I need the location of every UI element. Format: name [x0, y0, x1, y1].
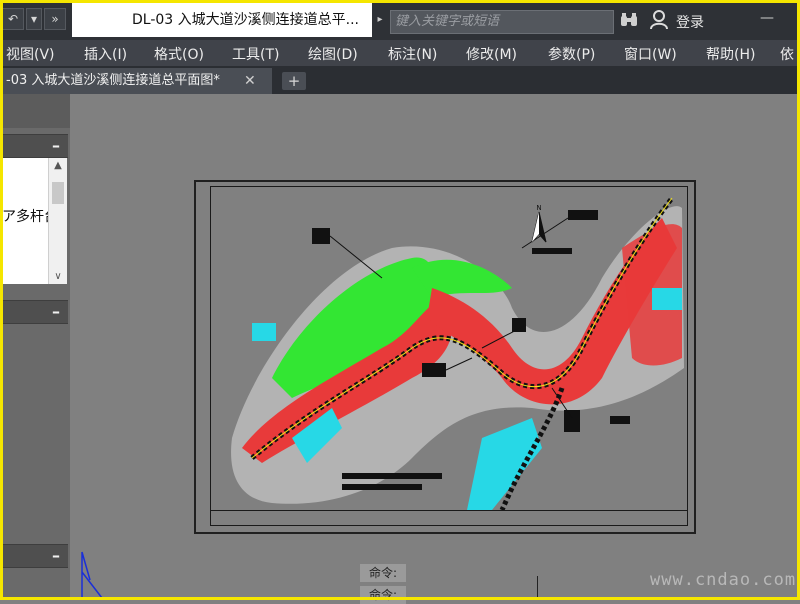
cyan-block-right [652, 288, 682, 310]
tab-drawing-label: -03 入城大道沙溪侧连接道总平面图* [6, 73, 220, 88]
title-arrow-icon[interactable]: ▸ [373, 8, 387, 32]
north-arrow-icon: N [531, 204, 547, 243]
site-plan-drawing[interactable] [212, 188, 686, 510]
svg-text:N: N [536, 204, 541, 212]
binoculars-icon-svg [621, 13, 637, 26]
palette-header-3[interactable]: – [0, 544, 68, 568]
crosshair-cursor [537, 576, 538, 600]
menu-format[interactable]: 格式(O) [154, 44, 204, 64]
command-prompt[interactable]: 命令: [360, 586, 406, 604]
window-title: DL-03 入城大道沙溪侧连接道总平... [72, 3, 372, 37]
annotation-block [564, 410, 580, 432]
scroll-down-icon[interactable]: ∨ [49, 271, 67, 282]
menu-insert[interactable]: 插入(I) [84, 44, 127, 64]
palette-header-1[interactable]: – [0, 134, 68, 158]
collapse-icon[interactable]: – [52, 545, 60, 567]
search-input[interactable]: 键入关键字或短语 [390, 10, 614, 34]
annotation-block [512, 318, 526, 332]
annotation-block [568, 210, 598, 220]
menu-modify[interactable]: 修改(M) [466, 44, 517, 64]
annotation-block [532, 248, 572, 254]
collapse-icon[interactable]: – [52, 301, 60, 323]
new-tab-button[interactable]: + [282, 72, 306, 90]
menu-tools[interactable]: 工具(T) [232, 44, 279, 64]
annotation-block [422, 363, 446, 377]
minimize-button[interactable]: — [760, 10, 790, 30]
menu-parametric[interactable]: 参数(P) [548, 44, 595, 64]
palette-scrollbar[interactable]: ▲ ∨ [48, 158, 67, 284]
annotation-block [342, 473, 442, 479]
tab-drawing[interactable]: -03 入城大道沙溪侧连接道总平面图* ✕ [0, 68, 272, 94]
menu-bar: 视图(V) 插入(I) 格式(O) 工具(T) 绘图(D) 标注(N) 修改(M… [0, 40, 800, 66]
title-bar: ↶ ▾ » DL-03 入城大道沙溪侧连接道总平... ▸ 键入关键字或短语 登… [0, 0, 800, 40]
undo-button[interactable]: ↶ [2, 8, 24, 30]
collapse-icon[interactable]: – [52, 135, 60, 157]
menu-more[interactable]: 依 [780, 44, 794, 64]
login-link[interactable]: 登录 [676, 12, 704, 32]
command-history-line: 命令: [360, 564, 406, 582]
close-icon[interactable]: ✕ [244, 68, 256, 94]
binoculars-icon[interactable] [620, 12, 638, 32]
scroll-up-icon[interactable]: ▲ [49, 160, 67, 171]
watermark-text: www.cndao.com [650, 570, 797, 590]
menu-help[interactable]: 帮助(H) [706, 44, 755, 64]
menu-dimension[interactable]: 标注(N) [388, 44, 437, 64]
annotation-block [342, 484, 422, 490]
palette-strip [0, 94, 70, 128]
palette-header-2[interactable]: – [0, 300, 68, 324]
annotation-block [610, 416, 630, 424]
undo-dropdown-button[interactable]: ▾ [26, 8, 42, 30]
title-block [210, 510, 688, 526]
annotation-block [312, 228, 330, 244]
document-tab-bar: -03 入城大道沙溪侧连接道总平面图* ✕ + [0, 66, 800, 94]
scroll-thumb[interactable] [52, 182, 64, 204]
cyan-area-bottom [467, 418, 542, 510]
menu-view[interactable]: 视图(V) [6, 44, 55, 64]
menu-draw[interactable]: 绘图(D) [308, 44, 358, 64]
user-icon[interactable] [650, 10, 668, 30]
quick-access-more-button[interactable]: » [44, 8, 66, 30]
cyan-block-left [252, 323, 276, 341]
ucs-icon [81, 551, 103, 599]
palette-list[interactable]: ア多杆台 [0, 158, 58, 284]
menu-window[interactable]: 窗口(W) [624, 44, 677, 64]
